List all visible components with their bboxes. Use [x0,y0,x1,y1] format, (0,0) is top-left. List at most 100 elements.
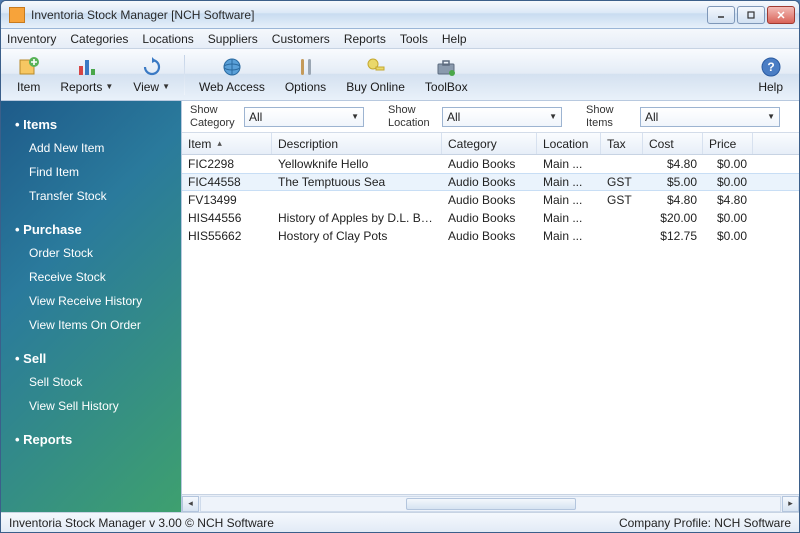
sidebar-group-sell[interactable]: Sell [1,347,181,370]
close-button[interactable] [767,6,795,24]
scroll-track[interactable] [200,496,781,512]
menubar: Inventory Categories Locations Suppliers… [1,29,799,49]
col-price[interactable]: Price [703,133,753,154]
cell-desc: Yellowknife Hello [272,157,442,171]
sidebar-group-purchase[interactable]: Purchase [1,218,181,241]
cell-cat: Audio Books [442,175,537,189]
sidebar-item-sell-stock[interactable]: Sell Stock [1,370,181,394]
menu-tools[interactable]: Tools [400,32,428,46]
app-window: Inventoria Stock Manager [NCH Software] … [0,0,800,533]
toolbar-separator [184,55,185,95]
cell-loc: Main ... [537,157,601,171]
cell-item: HIS44556 [182,211,272,225]
key-icon [365,56,387,78]
col-category[interactable]: Category [442,133,537,154]
col-description[interactable]: Description [272,133,442,154]
window-title: Inventoria Stock Manager [NCH Software] [31,8,707,22]
toolbar-options-button[interactable]: Options [275,52,336,98]
menu-categories[interactable]: Categories [70,32,128,46]
filter-bar: Show Category All▼ Show Location All▼ Sh… [182,101,799,133]
sidebar-item-view-receive-history[interactable]: View Receive History [1,289,181,313]
toolbar-view-button[interactable]: View▼ [123,52,180,98]
scroll-thumb[interactable] [406,498,576,510]
sidebar-item-transfer[interactable]: Transfer Stock [1,184,181,208]
status-bar: Inventoria Stock Manager v 3.00 © NCH So… [1,512,799,532]
scroll-left-icon[interactable]: ◂ [182,496,199,512]
menu-reports[interactable]: Reports [344,32,386,46]
cell-loc: Main ... [537,175,601,189]
chevron-down-icon: ▼ [162,82,170,91]
cell-price: $0.00 [703,229,753,243]
cell-cat: Audio Books [442,211,537,225]
cell-price: $0.00 [703,211,753,225]
filter-location-combo[interactable]: All▼ [442,107,562,127]
toolbar-web-access-button[interactable]: Web Access [189,52,275,98]
cell-cost: $4.80 [643,193,703,207]
table-row[interactable]: FIC44558The Temptuous SeaAudio BooksMain… [182,173,799,191]
scroll-right-icon[interactable]: ▸ [782,496,799,512]
toolbar-buy-online-button[interactable]: Buy Online [336,52,415,98]
sidebar-item-order-stock[interactable]: Order Stock [1,241,181,265]
filter-category-combo[interactable]: All▼ [244,107,364,127]
cell-cost: $5.00 [643,175,703,189]
toolbar-help-button[interactable]: ? Help [748,52,793,98]
cell-cat: Audio Books [442,193,537,207]
refresh-icon [141,56,163,78]
sidebar-item-add-new[interactable]: Add New Item [1,136,181,160]
cell-tax: GST [601,193,643,207]
cell-loc: Main ... [537,211,601,225]
main-panel: Show Category All▼ Show Location All▼ Sh… [181,101,799,512]
bar-chart-icon [76,56,98,78]
chevron-down-icon: ▼ [549,112,557,121]
menu-help[interactable]: Help [442,32,467,46]
sidebar-group-reports[interactable]: Reports [1,428,181,451]
table-row[interactable]: FIC2298Yellowknife HelloAudio BooksMain … [182,155,799,173]
menu-suppliers[interactable]: Suppliers [208,32,258,46]
cell-cost: $12.75 [643,229,703,243]
filter-location-label: Show Location [388,104,436,128]
table-header: Item Description Category Location Tax C… [182,133,799,155]
toolbar-item-button[interactable]: Item [7,52,50,98]
sidebar-item-find[interactable]: Find Item [1,160,181,184]
menu-customers[interactable]: Customers [272,32,330,46]
cell-desc: Hostory of Clay Pots [272,229,442,243]
cell-loc: Main ... [537,229,601,243]
minimize-button[interactable] [707,6,735,24]
sidebar-item-view-items-on-order[interactable]: View Items On Order [1,313,181,337]
items-table: Item Description Category Location Tax C… [182,133,799,512]
sidebar-item-receive-stock[interactable]: Receive Stock [1,265,181,289]
table-row[interactable]: HIS44556History of Apples by D.L. Brewer… [182,209,799,227]
cell-cost: $20.00 [643,211,703,225]
horizontal-scrollbar[interactable]: ◂ ▸ [182,494,799,512]
col-item[interactable]: Item [182,133,272,154]
col-location[interactable]: Location [537,133,601,154]
cell-item: FV13499 [182,193,272,207]
menu-locations[interactable]: Locations [142,32,193,46]
filter-items-combo[interactable]: All▼ [640,107,780,127]
toolbar: Item Reports▼ View▼ Web Access Options B… [1,49,799,101]
col-cost[interactable]: Cost [643,133,703,154]
maximize-button[interactable] [737,6,765,24]
cell-desc: The Temptuous Sea [272,175,442,189]
cell-tax: GST [601,175,643,189]
sidebar: Items Add New Item Find Item Transfer St… [1,101,181,512]
toolbar-toolbox-button[interactable]: ToolBox [415,52,478,98]
sidebar-item-view-sell-history[interactable]: View Sell History [1,394,181,418]
chevron-down-icon: ▼ [767,112,775,121]
table-row[interactable]: HIS55662Hostory of Clay PotsAudio BooksM… [182,227,799,245]
cell-price: $4.80 [703,193,753,207]
table-row[interactable]: FV13499Audio BooksMain ...GST$4.80$4.80 [182,191,799,209]
menu-inventory[interactable]: Inventory [7,32,56,46]
titlebar[interactable]: Inventoria Stock Manager [NCH Software] [1,1,799,29]
globe-icon [221,56,243,78]
filter-category-label: Show Category [190,104,238,128]
col-tax[interactable]: Tax [601,133,643,154]
toolbar-reports-button[interactable]: Reports▼ [50,52,123,98]
cell-price: $0.00 [703,157,753,171]
status-right: Company Profile: NCH Software [619,516,791,530]
wrench-icon [295,56,317,78]
sidebar-group-items[interactable]: Items [1,113,181,136]
cell-item: HIS55662 [182,229,272,243]
cell-cat: Audio Books [442,229,537,243]
status-left: Inventoria Stock Manager v 3.00 © NCH So… [9,516,274,530]
